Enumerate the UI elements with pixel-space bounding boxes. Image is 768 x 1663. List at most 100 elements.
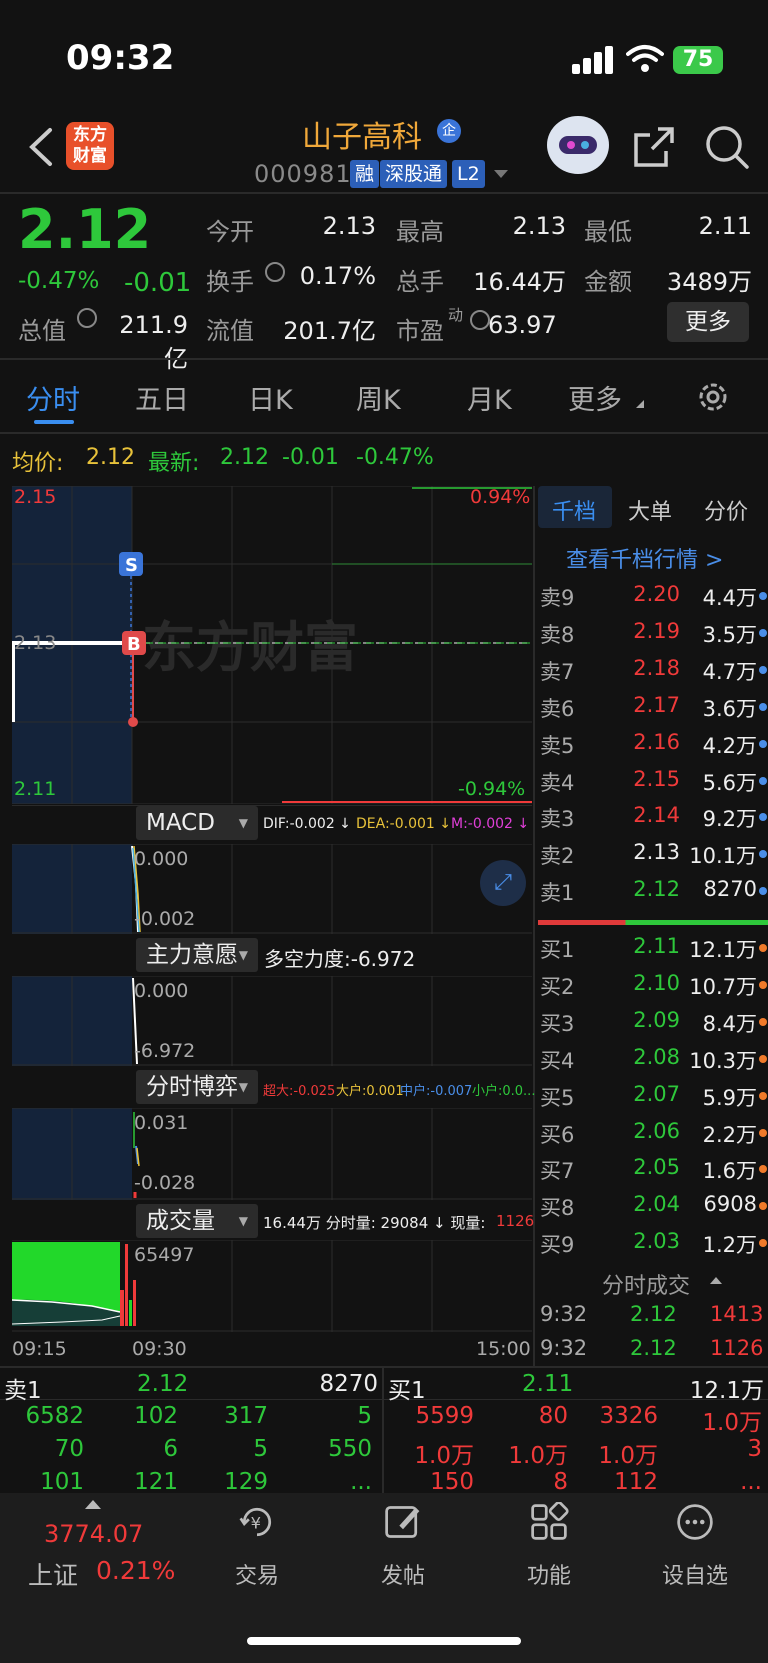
- stock-name[interactable]: 山子高科: [302, 112, 422, 156]
- bid-row[interactable]: 买4 2.08 10.3万: [540, 1045, 768, 1075]
- nav-trade[interactable]: 交易: [207, 1558, 307, 1590]
- info-icon[interactable]: [265, 262, 285, 282]
- ask-row[interactable]: 卖4 2.15 5.6万: [540, 767, 768, 797]
- order-price: 2.13: [633, 840, 680, 865]
- volume-selector[interactable]: 成交量 ▼: [136, 1204, 258, 1238]
- queue-cell: 101: [40, 1469, 84, 1495]
- settings-gear-icon[interactable]: [696, 380, 730, 414]
- trade-icon[interactable]: ¥: [237, 1502, 277, 1542]
- bid-row[interactable]: 买5 2.07 5.9万: [540, 1082, 768, 1112]
- order-volume: 5.6万: [702, 770, 757, 795]
- nav-post[interactable]: 发帖: [353, 1558, 453, 1590]
- ask-row[interactable]: 卖2 2.13 10.1万: [540, 840, 768, 870]
- game-bottom: -0.028: [134, 1172, 196, 1194]
- nav-add-watchlist[interactable]: 设自选: [645, 1558, 745, 1590]
- index-name[interactable]: 上证: [28, 1556, 78, 1592]
- ask-row[interactable]: 卖6 2.17 3.6万: [540, 693, 768, 723]
- main-force-value: 多空力度:-6.972: [264, 947, 416, 971]
- functions-grid-icon[interactable]: [529, 1502, 569, 1542]
- order-level-label: 卖1: [540, 881, 575, 906]
- order-price: 2.06: [633, 1118, 680, 1143]
- share-icon[interactable]: [632, 125, 676, 169]
- ask-row[interactable]: 卖7 2.18 4.7万: [540, 656, 768, 686]
- side-tab-big-orders[interactable]: 大单: [628, 494, 672, 526]
- ask-row[interactable]: 卖8 2.19 3.5万: [540, 619, 768, 649]
- latest-label: 最新:: [148, 451, 200, 476]
- spread-bar: [538, 920, 768, 925]
- volume-now: 1126: [496, 1212, 535, 1230]
- tab-weekly-k[interactable]: 周K: [356, 378, 401, 417]
- main-force-chart: [12, 976, 532, 1066]
- macd-selector[interactable]: MACD ▼: [136, 806, 258, 840]
- tab-daily-k[interactable]: 日K: [248, 378, 293, 417]
- view-depth-link[interactable]: 查看千档行情 >: [566, 542, 723, 574]
- value-market-cap: 211.9亿: [119, 311, 188, 373]
- ask-row[interactable]: 卖5 2.16 4.2万: [540, 730, 768, 760]
- y-tick-high: 2.15: [14, 486, 57, 508]
- macd-dea: DEA:-0.001 ↓: [356, 816, 451, 832]
- more-button[interactable]: 更多: [667, 302, 749, 342]
- index-value[interactable]: 3774.07: [44, 1520, 143, 1548]
- caret-up-icon[interactable]: [85, 1500, 101, 1509]
- tab-monthly-k[interactable]: 月K: [467, 378, 512, 417]
- add-watchlist-icon[interactable]: [675, 1502, 715, 1542]
- tab-more[interactable]: 更多: [568, 378, 622, 417]
- ask-row[interactable]: 卖1 2.12 8270: [540, 877, 768, 907]
- ask-row[interactable]: 卖3 2.14 9.2万: [540, 803, 768, 833]
- order-price: 2.14: [633, 803, 680, 828]
- bid-row[interactable]: 买6 2.06 2.2万: [540, 1119, 768, 1149]
- y-tick-mid: 2.13: [14, 632, 57, 654]
- ask-row[interactable]: 卖9 2.20 4.4万: [540, 582, 768, 612]
- label-market-cap: 总值: [18, 317, 66, 345]
- game-top: 0.031: [134, 1112, 189, 1134]
- expand-icon[interactable]: ⤢: [480, 860, 526, 906]
- order-volume: 4.2万: [702, 733, 757, 758]
- game-chart: [12, 1108, 532, 1200]
- order-price: 2.19: [633, 618, 680, 643]
- chevron-down-icon[interactable]: [494, 170, 508, 178]
- bid-row[interactable]: 买9 2.03 1.2万: [540, 1229, 768, 1259]
- bid-row[interactable]: 买7 2.05 1.6万: [540, 1155, 768, 1185]
- order-volume: 5.9万: [702, 1085, 757, 1110]
- queue-cell: 550: [328, 1436, 372, 1462]
- main-force-selector[interactable]: 主力意愿 ▼: [136, 938, 258, 972]
- bid-row[interactable]: 买8 2.04 6908: [540, 1192, 768, 1222]
- avg-label: 均价:: [12, 451, 64, 476]
- latest-value: 2.12: [220, 445, 269, 470]
- label-turnover: 换手: [206, 268, 254, 296]
- order-level-label: 买2: [540, 974, 575, 999]
- order-dot-icon: [759, 592, 767, 600]
- info-icon[interactable]: [470, 310, 490, 330]
- price-chart[interactable]: 东方财富 S B: [12, 486, 532, 804]
- queue-cell: 1.0万: [702, 1410, 762, 1436]
- tab-active-underline: [34, 420, 74, 424]
- bid-row[interactable]: 买3 2.09 8.4万: [540, 1008, 768, 1038]
- index-pct[interactable]: 0.21%: [96, 1556, 175, 1585]
- volume-info: 16.44万 分时量: 29084 ↓ 现量:: [263, 1214, 486, 1232]
- post-edit-icon[interactable]: [383, 1502, 423, 1542]
- game-selector[interactable]: 分时博弈 ▼: [136, 1070, 258, 1104]
- queue-cell: 317: [224, 1403, 268, 1429]
- bid-row[interactable]: 买2 2.10 10.7万: [540, 971, 768, 1001]
- side-tab-depth[interactable]: 千档: [552, 494, 596, 526]
- buy-marker-label: B: [127, 634, 141, 655]
- tab-intraday[interactable]: 分时: [26, 378, 80, 417]
- back-arrow-icon[interactable]: [26, 126, 54, 168]
- order-level-label: 买8: [540, 1196, 575, 1221]
- robot-assistant-icon[interactable]: [547, 116, 609, 174]
- side-tab-price-dist[interactable]: 分价: [704, 494, 748, 526]
- main-force-bottom: -6.972: [134, 1040, 196, 1062]
- queue-cell: ...: [740, 1469, 762, 1495]
- tick-trade-row: 9:32 2.12 1126: [540, 1336, 768, 1366]
- order-price: 2.20: [633, 582, 680, 606]
- order-volume: 12.1万: [689, 938, 757, 962]
- nav-functions[interactable]: 功能: [499, 1558, 599, 1590]
- info-icon[interactable]: [77, 308, 97, 328]
- divider: [12, 805, 532, 806]
- tab-five-day[interactable]: 五日: [135, 378, 189, 417]
- bid-row[interactable]: 买1 2.11 12.1万: [540, 934, 768, 964]
- order-dot-icon: [759, 665, 767, 674]
- tick-trades-title[interactable]: 分时成交: [602, 1268, 690, 1300]
- home-indicator: [247, 1637, 521, 1645]
- search-icon[interactable]: [704, 124, 750, 170]
